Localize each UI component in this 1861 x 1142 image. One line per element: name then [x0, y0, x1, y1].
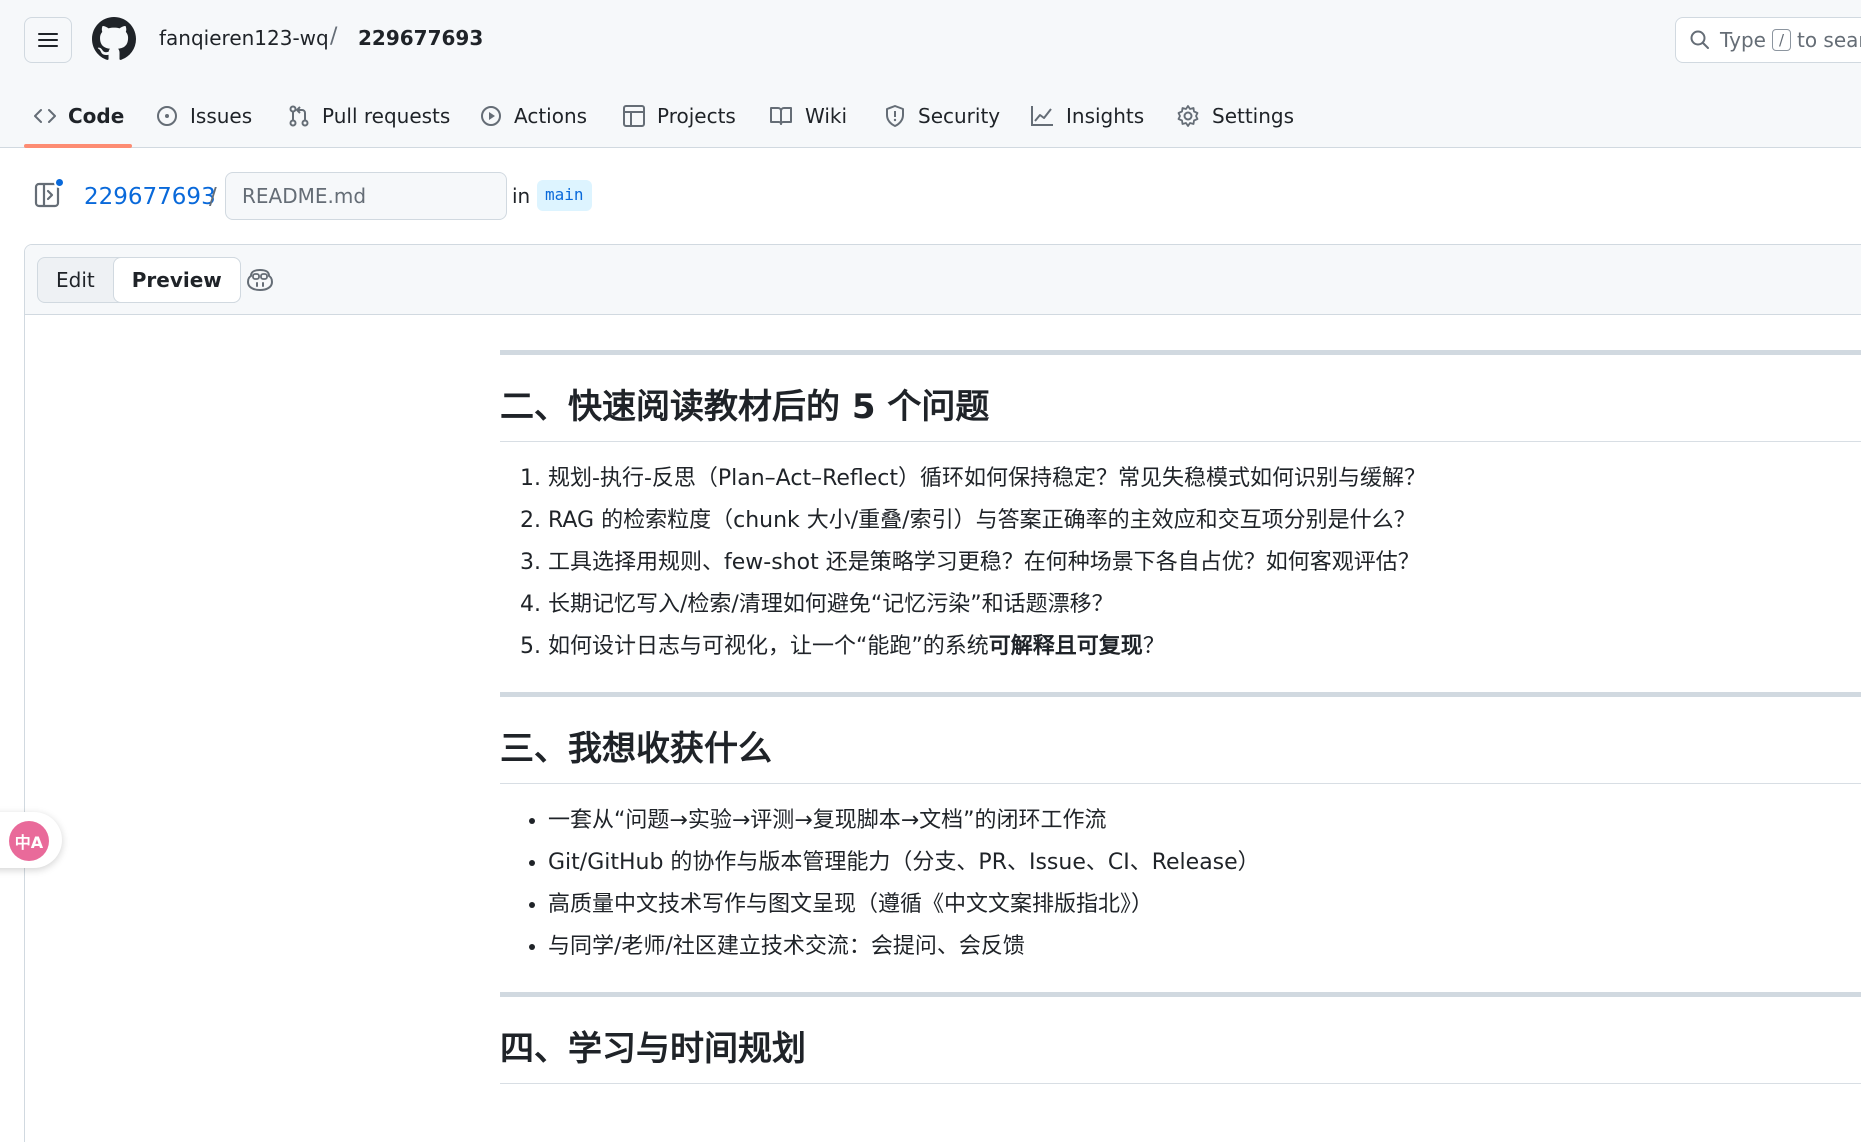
graph-icon	[1031, 106, 1053, 126]
list-item-bold-text: 可解释且可复现	[988, 634, 1143, 659]
owner-link[interactable]: fanqieren123-wq	[159, 26, 329, 50]
list-item: 如何设计日志与可视化，让一个“能跑”的系统可解释且可复现？	[548, 626, 1861, 668]
tab-security[interactable]: Security	[884, 96, 1000, 136]
notification-dot	[54, 177, 65, 188]
horizontal-rule	[500, 350, 1861, 355]
tab-code-label: Code	[68, 104, 125, 128]
search-suffix: to search	[1797, 28, 1861, 52]
filename-input[interactable]: README.md	[225, 172, 507, 220]
list-item: 与同学/老师/社区建立技术交流：会提问、会反馈	[548, 926, 1861, 968]
tab-pull-requests[interactable]: Pull requests	[288, 96, 450, 136]
search-input[interactable]: Type / to search	[1675, 17, 1861, 63]
tab-pull-requests-label: Pull requests	[322, 104, 451, 128]
table-icon	[623, 105, 645, 127]
edit-preview-toggle: Edit Preview	[37, 257, 241, 303]
list-item: 长期记忆写入/检索/清理如何避免“记忆污染”和话题漂移？	[548, 584, 1861, 626]
list-item: Git/GitHub 的协作与版本管理能力（分支、PR、Issue、CI、Rel…	[548, 842, 1861, 884]
question-list: 规划-执行-反思（Plan–Act–Reflect）循环如何保持稳定？常见失稳模…	[500, 458, 1861, 668]
editor-toolbar: Edit Preview	[25, 245, 1861, 315]
gear-icon	[1177, 105, 1199, 127]
list-item: 高质量中文技术写作与图文呈现（遵循《中文文案排版指北》）	[548, 884, 1861, 926]
tab-wiki[interactable]: Wiki	[769, 96, 847, 136]
code-icon	[34, 109, 56, 123]
translate-icon: 中A	[9, 821, 49, 861]
translate-extension-button[interactable]: 中A	[0, 812, 62, 868]
search-shortcut-key: /	[1771, 29, 1791, 51]
tab-security-label: Security	[918, 104, 1001, 128]
tab-settings[interactable]: Settings	[1176, 96, 1294, 136]
tab-projects-label: Projects	[657, 104, 736, 128]
horizontal-rule	[500, 992, 1861, 997]
tab-settings-label: Settings	[1212, 104, 1295, 128]
edit-tab[interactable]: Edit	[38, 258, 113, 302]
book-icon	[770, 107, 792, 125]
copilot-icon[interactable]	[247, 268, 273, 292]
tab-actions[interactable]: Actions	[480, 96, 587, 136]
top-header: fanqieren123-wq / 229677693 Type / to se…	[0, 0, 1861, 70]
hamburger-icon	[38, 33, 58, 47]
branch-badge: main	[537, 180, 592, 211]
horizontal-rule	[500, 692, 1861, 697]
tab-issues[interactable]: Issues	[156, 96, 252, 136]
branch-prefix-label: in	[512, 184, 531, 208]
search-icon	[1690, 30, 1709, 49]
tab-actions-label: Actions	[514, 104, 588, 128]
list-item: RAG 的检索粒度（chunk 大小/重叠/索引）与答案正确率的主效应和交互项分…	[548, 500, 1861, 542]
breadcrumb-separator: /	[330, 24, 338, 49]
list-item-text: ？	[1142, 634, 1165, 659]
tab-code[interactable]: Code	[34, 96, 124, 136]
preview-tab[interactable]: Preview	[112, 257, 241, 303]
file-editor: Edit Preview 二、快速阅读教材后的 5 个问题 规划-执行-反思（P…	[24, 244, 1861, 1142]
repo-link[interactable]: 229677693	[358, 26, 483, 50]
active-tab-indicator	[24, 144, 132, 148]
tab-insights[interactable]: Insights	[1030, 96, 1144, 136]
section-heading: 二、快速阅读教材后的 5 个问题	[500, 385, 1861, 442]
section-heading: 三、我想收获什么	[500, 727, 1861, 784]
list-item-text: 如何设计日志与可视化，让一个“能跑”的系统	[548, 634, 989, 659]
markdown-preview: 二、快速阅读教材后的 5 个问题 规划-执行-反思（Plan–Act–Refle…	[500, 315, 1861, 1084]
list-item: 一套从“问题→实验→评测→复现脚本→文档”的闭环工作流	[548, 800, 1861, 842]
tab-projects[interactable]: Projects	[623, 96, 736, 136]
tab-issues-label: Issues	[190, 104, 253, 128]
breadcrumb-separator: /	[209, 184, 217, 210]
search-prefix: Type	[1720, 28, 1766, 52]
issue-icon	[157, 106, 177, 126]
play-icon	[481, 106, 501, 126]
goal-list: 一套从“问题→实验→评测→复现脚本→文档”的闭环工作流 Git/GitHub 的…	[500, 800, 1861, 968]
tab-wiki-label: Wiki	[805, 104, 848, 128]
pull-request-icon	[289, 105, 309, 127]
menu-button[interactable]	[24, 17, 72, 63]
list-item: 规划-执行-反思（Plan–Act–Reflect）循环如何保持稳定？常见失稳模…	[548, 458, 1861, 500]
breadcrumb-repo-link[interactable]: 229677693	[84, 184, 216, 210]
tab-insights-label: Insights	[1066, 104, 1145, 128]
file-path-bar: 229677693 / README.md in main	[0, 149, 1861, 244]
github-logo-icon[interactable]	[92, 17, 136, 61]
section-heading: 四、学习与时间规划	[500, 1027, 1861, 1084]
shield-icon	[886, 105, 904, 127]
list-item: 工具选择用规则、few-shot 还是策略学习更稳？在何种场景下各自占优？如何客…	[548, 542, 1861, 584]
repo-nav: Code Issues Pull requests Actions Projec…	[0, 70, 1861, 148]
